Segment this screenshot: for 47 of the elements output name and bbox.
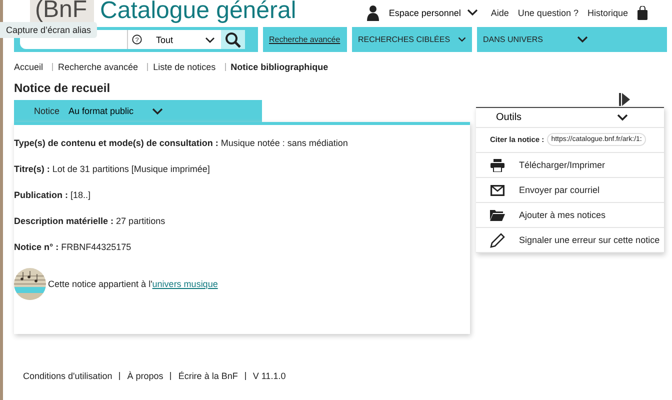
- collapse-icon[interactable]: [619, 93, 630, 106]
- chevron-icon: [205, 36, 215, 42]
- header-link[interactable]: Aide: [490, 8, 509, 18]
- printer-icon: [490, 158, 505, 172]
- chevron-icon: [617, 114, 628, 121]
- footer-link[interactable]: Écrire à la BnF: [178, 371, 238, 381]
- folder-icon: [490, 209, 505, 221]
- chevron-icon: [466, 9, 478, 16]
- tooltip: Capture d’écran alias: [0, 22, 98, 38]
- tool-item[interactable]: Envoyer par courriel: [476, 178, 664, 203]
- nav-menu-button[interactable]: DANS UNIVERS: [477, 27, 667, 52]
- universe-link[interactable]: univers musique: [152, 279, 218, 289]
- bag-icon[interactable]: [637, 6, 648, 20]
- header-link[interactable]: Historique: [587, 8, 628, 18]
- universe-note: Cette notice appartient à l'univers musique: [48, 279, 218, 289]
- search-button[interactable]: [221, 30, 245, 49]
- record-field: Notice n° : FRBNF44325175: [14, 242, 470, 252]
- breadcrumb-link[interactable]: Recherche avancée: [58, 62, 138, 72]
- person-icon: [366, 4, 380, 20]
- breadcrumb-link[interactable]: Notice bibliographique: [230, 62, 328, 72]
- footer-link[interactable]: V 11.1.0: [252, 371, 286, 381]
- site-title: Catalogue général: [100, 0, 296, 24]
- header-link[interactable]: Une question ?: [518, 8, 578, 18]
- record-field: Description matérielle : 27 partitions: [14, 216, 470, 226]
- account-menu[interactable]: Espace personnel: [388, 8, 478, 18]
- format-dropdown[interactable]: Au format public: [68, 106, 163, 116]
- scope-dropdown[interactable]: Tout: [146, 30, 221, 49]
- tool-item[interactable]: Télécharger/Imprimer: [476, 153, 664, 178]
- footer-link[interactable]: À propos: [127, 371, 164, 381]
- chevron-icon: [577, 36, 588, 43]
- nav-menu-button[interactable]: RECHERCHES CIBLÉES: [352, 27, 472, 52]
- page-title: Notice de recueil: [14, 81, 112, 95]
- footer-link[interactable]: Conditions d'utilisation: [23, 371, 112, 381]
- tools-header[interactable]: Outils: [476, 108, 664, 128]
- chevron-icon: [152, 108, 163, 114]
- tab-label: Notice: [34, 106, 60, 116]
- tool-item[interactable]: Ajouter à mes notices: [476, 203, 664, 228]
- breadcrumb-link[interactable]: Liste de notices: [153, 62, 216, 72]
- record-field: Publication : [18..]: [14, 190, 470, 200]
- breadcrumb-link[interactable]: Accueil: [14, 62, 44, 72]
- record-field: Titre(s) : Lot de 31 partitions [Musique imprimée]: [14, 164, 470, 174]
- envelope-icon: [490, 184, 505, 196]
- chevron-icon: [458, 36, 466, 43]
- advanced-search-link[interactable]: Recherche avancée: [263, 27, 347, 52]
- record-field: Type(s) de contenu et mode(s) de consultation : Musique notée : sans médiation: [14, 138, 470, 148]
- pencil-icon: [490, 232, 505, 248]
- tool-item[interactable]: Signaler une erreur sur cette notice: [476, 228, 664, 253]
